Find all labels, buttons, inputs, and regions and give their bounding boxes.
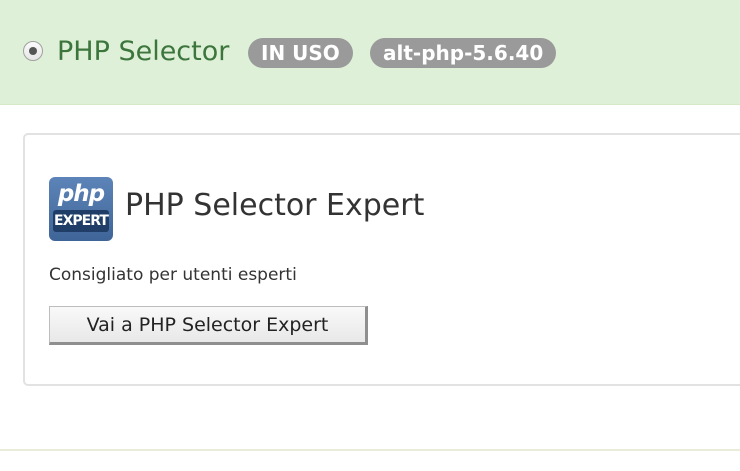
php-selector-expert-card: php EXPERT PHP Selector Expert Consiglia…: [23, 133, 740, 386]
php-expert-logo-icon: php EXPERT: [49, 177, 113, 241]
card-title: PHP Selector Expert: [125, 188, 425, 223]
php-selector-header: PHP Selector IN USO alt-php-5.6.40: [0, 0, 740, 105]
section-divider: [0, 449, 740, 451]
radio-selected-dot: [29, 47, 37, 55]
php-selector-page: PHP Selector IN USO alt-php-5.6.40 php E…: [0, 0, 740, 471]
in-use-badge: IN USO: [248, 38, 353, 68]
php-selector-radio[interactable]: [23, 41, 43, 61]
php-selector-title: PHP Selector: [57, 36, 230, 67]
logo-expert-text: EXPERT: [53, 210, 109, 232]
go-to-php-selector-expert-button[interactable]: Vai a PHP Selector Expert: [49, 306, 368, 345]
logo-php-text: php: [57, 181, 105, 207]
card-description: Consigliato per utenti esperti: [49, 265, 297, 285]
php-version-badge: alt-php-5.6.40: [370, 38, 557, 68]
